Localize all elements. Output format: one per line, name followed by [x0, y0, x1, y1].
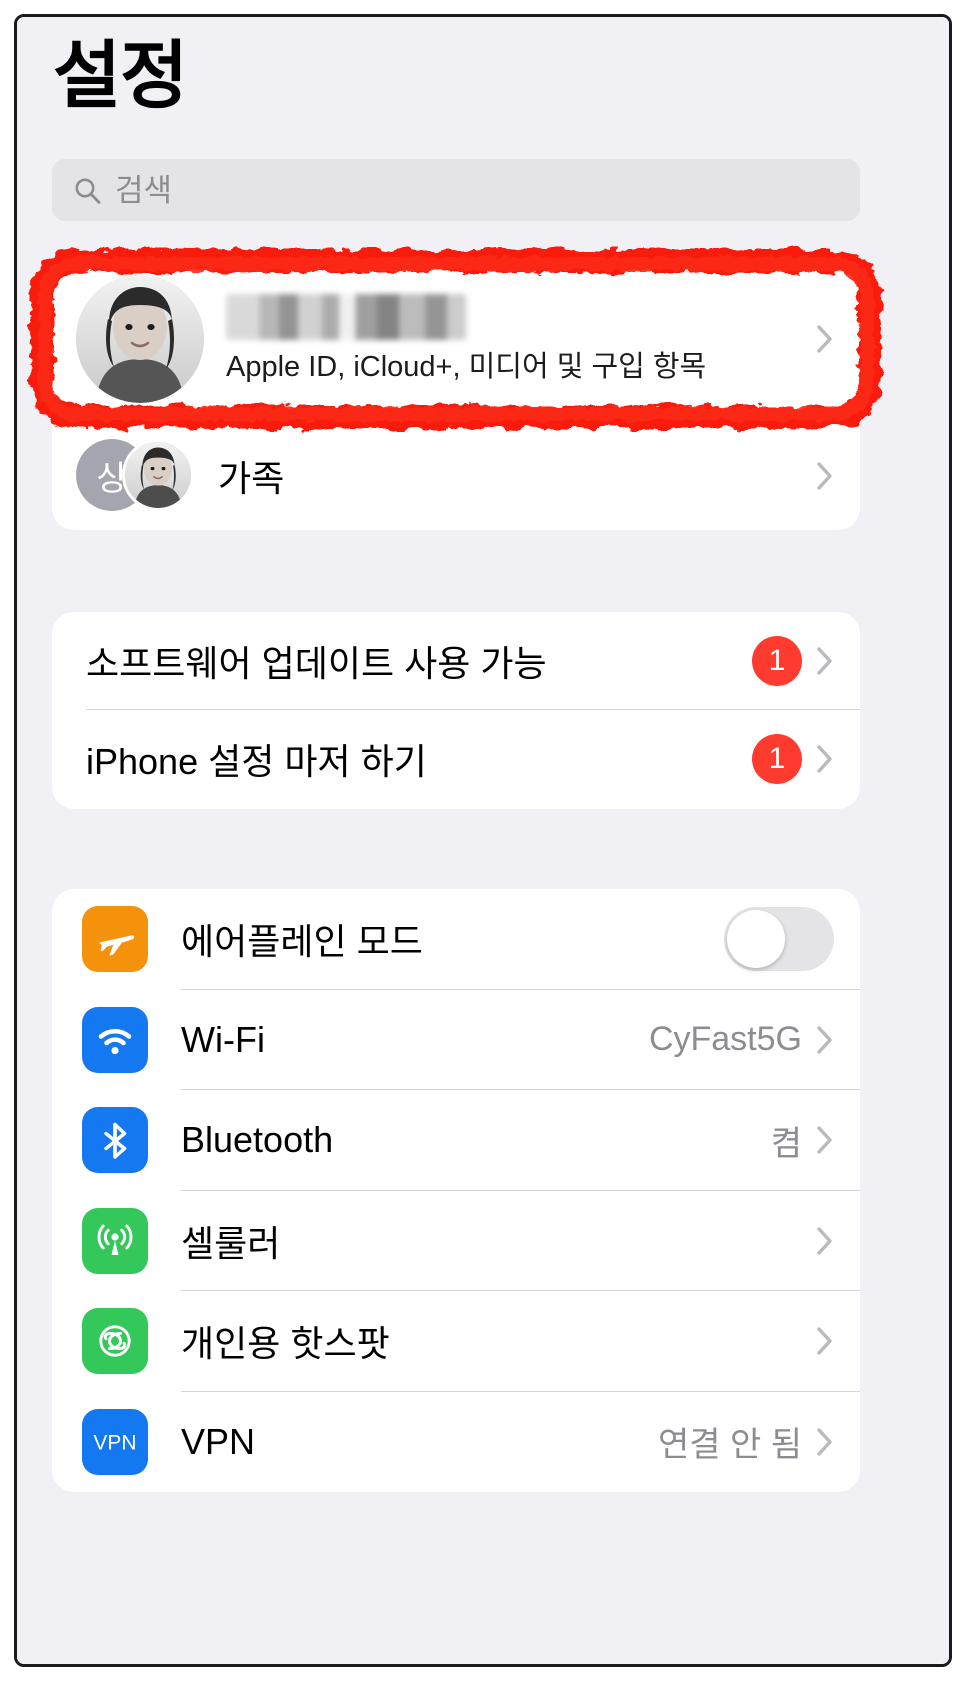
account-subtitle: Apple ID, iCloud+, 미디어 및 구입 항목 — [226, 351, 707, 384]
wifi-label: Wi-Fi — [181, 1018, 265, 1060]
toggle-knob — [727, 910, 785, 969]
bluetooth-value: 켬 — [770, 1124, 802, 1163]
vpn-value: 연결 안 됨 — [657, 1426, 802, 1465]
personal-hotspot-icon — [82, 1308, 148, 1375]
updates-card: 소프트웨어 업데이트 사용 가능 1 iPhone 설정 마저 하기 1 — [52, 612, 860, 809]
account-card: Apple ID, iCloud+, 미디어 및 구입 항목 상 가족 — [52, 255, 860, 530]
family-row[interactable]: 상 가족 — [52, 423, 860, 529]
chevron-right-icon — [816, 645, 834, 677]
wifi-icon — [82, 1006, 148, 1073]
chevron-right-icon — [816, 1426, 834, 1458]
chevron-right-icon — [816, 323, 834, 355]
family-label: 가족 — [218, 458, 285, 499]
status-badge: 1 — [752, 734, 802, 784]
avatar — [76, 275, 204, 403]
vpn-row[interactable]: VPN VPN 연결 안 됨 — [52, 1392, 860, 1493]
vpn-icon: VPN — [82, 1408, 148, 1475]
software-update-row[interactable]: 소프트웨어 업데이트 사용 가능 1 — [52, 612, 860, 710]
airplane-mode-label: 에어플레인 모드 — [181, 921, 423, 963]
finish-setup-label: iPhone 설정 마저 하기 — [86, 741, 427, 782]
chevron-right-icon — [816, 1124, 834, 1156]
family-avatar-group: 상 — [76, 439, 204, 513]
family-member-avatar — [122, 439, 194, 511]
apple-id-row[interactable]: Apple ID, iCloud+, 미디어 및 구입 항목 — [52, 255, 860, 423]
wifi-row[interactable]: Wi-Fi CyFast5G — [52, 990, 860, 1090]
airplane-icon — [82, 906, 148, 973]
personal-hotspot-row[interactable]: 개인용 핫스팟 — [52, 1291, 860, 1392]
wifi-value: CyFast5G — [648, 1020, 802, 1059]
search-icon — [74, 177, 101, 204]
cellular-antenna-icon — [82, 1207, 148, 1274]
personal-hotspot-label: 개인용 핫스팟 — [181, 1323, 390, 1365]
finish-setup-row[interactable]: iPhone 설정 마저 하기 1 — [52, 710, 860, 808]
account-text-block: Apple ID, iCloud+, 미디어 및 구입 항목 — [226, 294, 802, 384]
account-name-redacted — [226, 294, 466, 341]
chevron-right-icon — [816, 1325, 834, 1357]
airplane-mode-toggle[interactable] — [724, 907, 834, 972]
chevron-right-icon — [816, 743, 834, 775]
bluetooth-row[interactable]: Bluetooth 켬 — [52, 1090, 860, 1191]
phone-screenshot-frame: 설정 검색 Apple ID, iCloud+, 미디어 및 구입 항목 상 가… — [14, 14, 952, 1667]
chevron-right-icon — [816, 460, 834, 492]
search-placeholder: 검색 — [115, 172, 173, 208]
connectivity-card: 에어플레인 모드 Wi-Fi CyFast5G Bluetooth 켬 셀룰러 … — [52, 889, 860, 1492]
settings-screen: 설정 검색 Apple ID, iCloud+, 미디어 및 구입 항목 상 가… — [17, 17, 949, 1664]
bluetooth-label: Bluetooth — [181, 1119, 334, 1161]
chevron-right-icon — [816, 1024, 834, 1056]
page-title: 설정 — [53, 34, 188, 117]
cellular-row[interactable]: 셀룰러 — [52, 1191, 860, 1291]
bluetooth-icon — [82, 1107, 148, 1174]
vpn-label: VPN — [181, 1420, 256, 1462]
chevron-right-icon — [816, 1225, 834, 1257]
airplane-mode-row[interactable]: 에어플레인 모드 — [52, 889, 860, 990]
search-input[interactable]: 검색 — [52, 159, 860, 221]
software-update-label: 소프트웨어 업데이트 사용 가능 — [86, 643, 547, 684]
cellular-label: 셀룰러 — [181, 1222, 281, 1264]
status-badge: 1 — [752, 636, 802, 686]
svg-text:VPN: VPN — [93, 1431, 136, 1454]
